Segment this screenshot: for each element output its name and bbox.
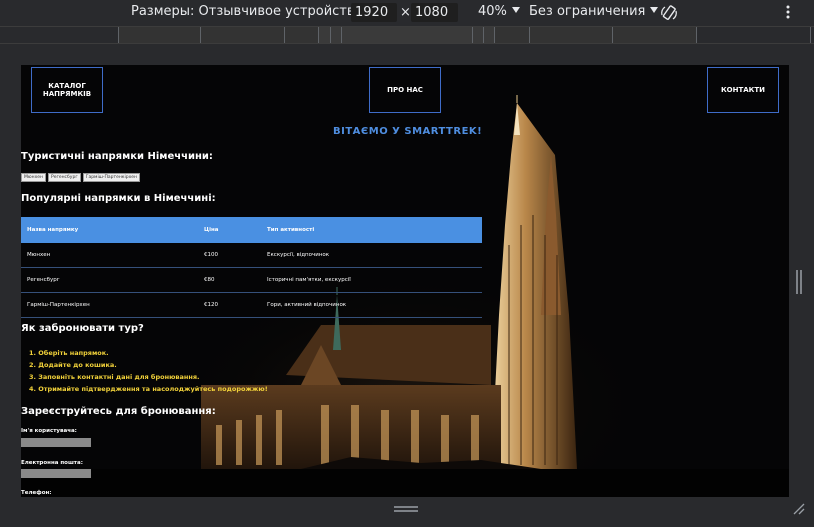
table-row: Гарміш-Партенкірхен €120 Гори, активний …	[21, 292, 482, 318]
width-input[interactable]: 1920	[351, 3, 397, 22]
cell-name: Мюнхен	[21, 243, 198, 268]
media-query-ruler[interactable]	[0, 26, 814, 44]
welcome-heading: ВІТАЄМО У SMARTTREK!	[333, 126, 483, 137]
times-sign: ×	[400, 5, 411, 20]
device-label: Размеры: Отзывчивое устройство	[131, 4, 363, 19]
right-resize-handle[interactable]	[795, 268, 803, 296]
tourist-heading: Туристичні напрямки Німеччини:	[21, 151, 213, 162]
bottom-resize-handle[interactable]	[392, 505, 420, 513]
list-item: 3. Заповніть контактні дані для бронюван…	[29, 373, 200, 381]
tag-regensburg[interactable]: Регенсбург	[48, 173, 81, 182]
list-item: 4. Отримайте підтвердження та насолоджуй…	[29, 385, 268, 393]
destination-tags: Мюнхен Регенсбург Гарміш-Партенкірхен	[21, 173, 140, 182]
more-options-icon[interactable]	[784, 4, 792, 20]
nav-about-button[interactable]: ПРО НАС	[369, 67, 441, 113]
cell-activity: Історичні пам'ятки, екскурсії	[261, 267, 482, 293]
col-activity: Тип активності	[261, 217, 482, 243]
destinations-table: Назва напрямку Ціна Тип активності Мюнхе…	[21, 217, 482, 318]
table-header-row: Назва напрямку Ціна Тип активності	[21, 217, 482, 243]
email-input[interactable]	[21, 469, 91, 478]
chevron-down-icon	[650, 7, 659, 13]
throttle-value: Без ограничения	[529, 4, 646, 19]
username-input[interactable]	[21, 438, 91, 447]
device-toolbar: Размеры: Отзывчивое устройство 1920 × 10…	[0, 0, 814, 26]
height-input[interactable]: 1080	[411, 3, 458, 22]
booking-heading: Як забронювати тур?	[21, 323, 144, 334]
cell-name: Регенсбург	[21, 267, 198, 293]
cell-name: Гарміш-Партенкірхен	[21, 292, 198, 318]
register-heading: Зареєструйтесь для бронювання:	[21, 406, 216, 417]
nav-contacts-button[interactable]: КОНТАКТИ	[707, 67, 779, 113]
cell-price: €100	[198, 243, 261, 268]
list-item: 2. Додайте до кошика.	[29, 361, 117, 369]
corner-resize-handle[interactable]	[792, 502, 806, 516]
nav-catalog-button[interactable]: КАТАЛОГ НАПРЯМКІВ	[31, 67, 103, 113]
tag-garmisch[interactable]: Гарміш-Партенкірхен	[82, 173, 140, 182]
table-row: Регенсбург €80 Історичні пам'ятки, екску…	[21, 267, 482, 293]
zoom-dropdown[interactable]: 40%	[478, 4, 520, 19]
col-name: Назва напрямку	[21, 217, 198, 243]
cell-price: €80	[198, 267, 261, 293]
cell-price: €120	[198, 292, 261, 318]
username-label: Ім'я користувача:	[21, 428, 77, 434]
list-item: 1. Оберіть напрямок.	[29, 349, 109, 357]
email-label: Електронна пошта:	[21, 460, 83, 466]
emulated-viewport: КАТАЛОГ НАПРЯМКІВ ПРО НАС КОНТАКТИ ВІТАЄ…	[21, 65, 789, 497]
popular-heading: Популярні напрямки в Німеччині:	[21, 193, 216, 204]
cell-activity: Гори, активний відпочинок	[261, 292, 482, 318]
phone-label: Телефон:	[21, 490, 52, 496]
col-price: Ціна	[198, 217, 261, 243]
table-row: Мюнхен €100 Екскурсії, відпочинок	[21, 243, 482, 268]
rotate-icon[interactable]	[659, 3, 679, 23]
booking-steps: 1. Оберіть напрямок. 2. Додайте до кошик…	[21, 347, 268, 395]
cell-activity: Екскурсії, відпочинок	[261, 243, 482, 268]
device-dimensions-dropdown[interactable]: Размеры: Отзывчивое устройство	[131, 4, 376, 19]
zoom-value: 40%	[478, 4, 507, 19]
throttle-dropdown[interactable]: Без ограничения	[529, 4, 659, 19]
chevron-down-icon	[511, 7, 520, 13]
tag-munich[interactable]: Мюнхен	[21, 173, 46, 182]
